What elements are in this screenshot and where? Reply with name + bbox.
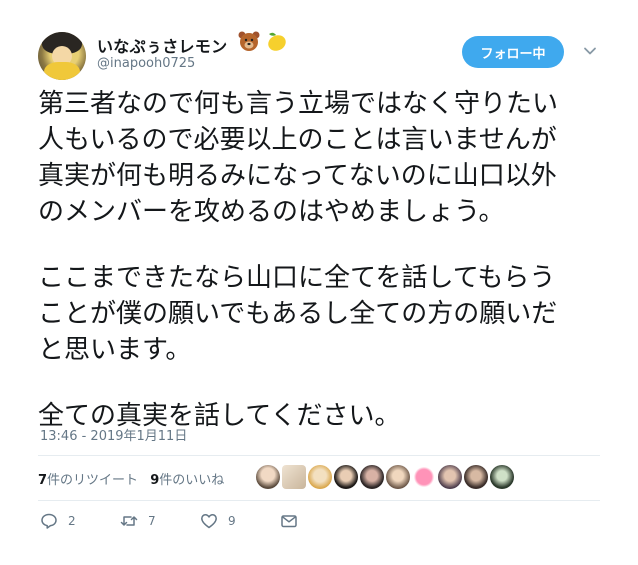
- tweet-line: 第三者なので何も言う立場ではなく守りたい: [38, 89, 559, 119]
- tweet-line: のメンバーを攻めるのはやめましょう。: [38, 197, 505, 227]
- divider: [38, 455, 600, 456]
- like-stat-label: 件のいいね: [159, 473, 225, 488]
- tweet-line: 人もいるので必要以上のことは言いませんが: [38, 125, 557, 155]
- chevron-down-icon[interactable]: [583, 44, 597, 58]
- liker-avatar[interactable]: [490, 465, 514, 489]
- liker-avatar[interactable]: [386, 465, 410, 489]
- direct-message-button[interactable]: [280, 512, 298, 530]
- tweet-card: いなぷぅさレモン @inapooh0725 フォロー中 第三者なので何も言う立場…: [0, 0, 638, 565]
- tweet-text: 第三者なので何も言う立場ではなく守りたい 人もいるので必要以上のことは言いません…: [38, 86, 618, 434]
- user-handle[interactable]: @inapooh0725: [97, 56, 195, 71]
- liker-avatar[interactable]: [412, 465, 436, 489]
- heart-icon: [201, 514, 217, 529]
- tweet-line: と思います。: [38, 335, 192, 365]
- tweet-line: 真実が何も明るみになってないのに山口以外: [38, 161, 557, 191]
- display-name[interactable]: いなぷぅさレモン: [97, 33, 227, 57]
- reply-button[interactable]: 2: [40, 512, 76, 530]
- retweet-icon: [120, 516, 138, 526]
- liker-avatar[interactable]: [334, 465, 358, 489]
- like-button[interactable]: 9: [200, 512, 236, 530]
- avatar[interactable]: [38, 32, 86, 80]
- liker-avatar[interactable]: [282, 465, 306, 489]
- like-stat[interactable]: 9件のいいね: [150, 473, 224, 488]
- like-count: 9: [228, 514, 236, 528]
- engagement-stats: 7件のリツイート 9件のいいね: [38, 469, 232, 488]
- liker-avatar[interactable]: [360, 465, 384, 489]
- divider: [38, 500, 600, 501]
- liker-avatar[interactable]: [438, 465, 462, 489]
- reply-count: 2: [68, 514, 76, 528]
- lemon-icon: [268, 32, 286, 51]
- tweet-line: ことが僕の願いでもあるし全ての方の願いだ: [38, 299, 558, 329]
- retweet-stat-label: 件のリツイート: [47, 473, 139, 488]
- reply-icon: [41, 513, 57, 529]
- tweet-timestamp[interactable]: 13:46 - 2019年1月11日: [40, 425, 187, 444]
- name-emojis: [238, 30, 290, 52]
- avatar-body: [44, 62, 80, 80]
- liker-avatar[interactable]: [308, 465, 332, 489]
- following-button[interactable]: フォロー中: [462, 36, 564, 68]
- tweet-line: ここまできたなら山口に全てを話してもらう: [38, 263, 556, 293]
- retweet-count: 7: [148, 514, 156, 528]
- envelope-icon: [281, 515, 297, 528]
- retweet-stat[interactable]: 7件のリツイート: [38, 473, 138, 488]
- retweet-stat-count: 7: [38, 473, 48, 488]
- liker-avatar[interactable]: [256, 465, 280, 489]
- likers-avatars: [256, 465, 516, 491]
- bear-face-icon: [238, 31, 260, 51]
- like-stat-count: 9: [150, 473, 160, 488]
- retweet-button[interactable]: 7: [120, 512, 156, 530]
- liker-avatar[interactable]: [464, 465, 488, 489]
